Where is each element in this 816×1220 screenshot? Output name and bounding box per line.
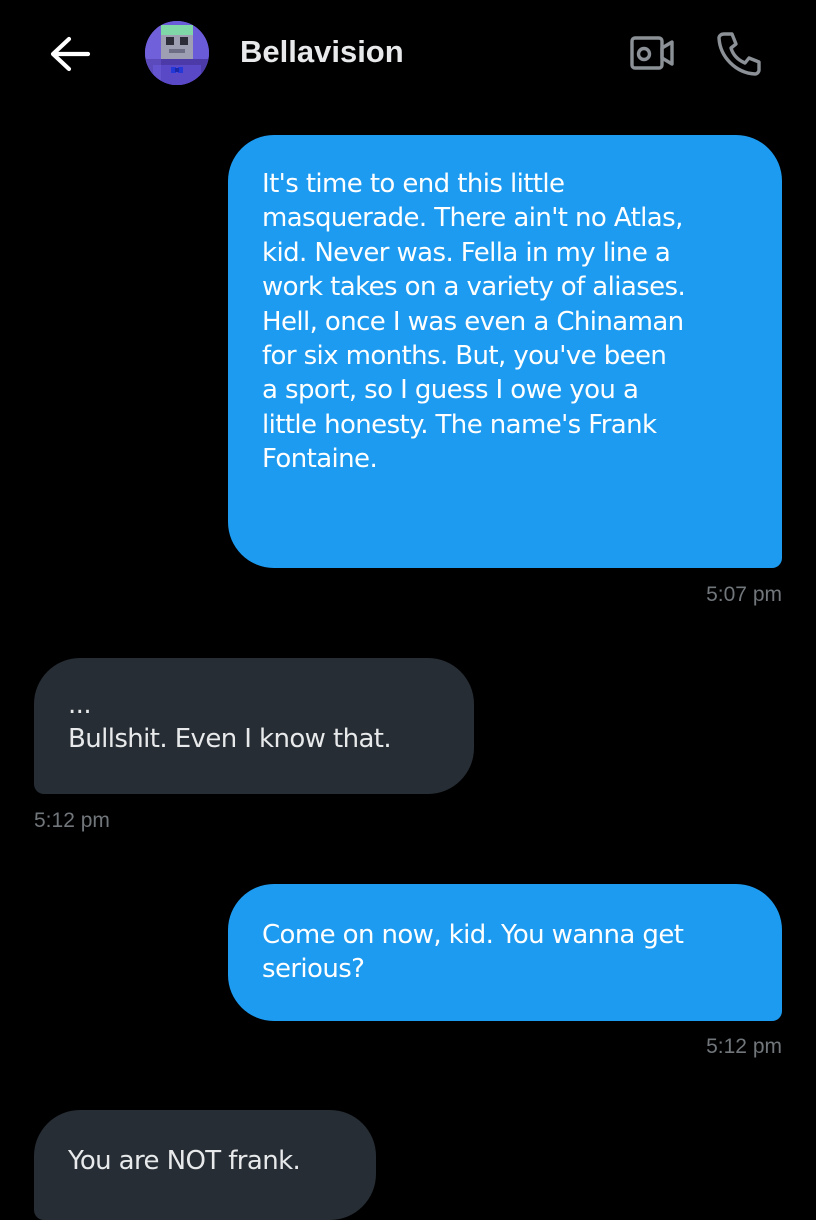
phone-icon — [717, 32, 761, 76]
message-timestamp: 5:07 pm — [706, 583, 782, 606]
video-camera-icon — [630, 36, 674, 70]
arrow-left-icon — [50, 36, 91, 72]
conversation-header: Bellavision — [0, 0, 816, 106]
message-timestamp: 5:12 pm — [34, 809, 110, 832]
message-bubble-received[interactable]: You are NOT frank. — [34, 1110, 376, 1220]
avatar[interactable] — [145, 21, 209, 85]
video-call-button[interactable] — [626, 32, 678, 74]
message-bubble-received[interactable]: ... Bullshit. Even I know that. — [34, 658, 474, 794]
message-bubble-sent[interactable]: Come on now, kid. You wanna get serious? — [228, 884, 782, 1021]
contact-avatar-image — [145, 21, 209, 85]
message-timestamp: 5:12 pm — [706, 1035, 782, 1058]
voice-call-button[interactable] — [714, 28, 764, 76]
contact-name[interactable]: Bellavision — [240, 30, 404, 74]
back-button[interactable] — [48, 34, 92, 74]
message-bubble-sent[interactable]: It's time to end this little masquerade.… — [228, 135, 782, 568]
